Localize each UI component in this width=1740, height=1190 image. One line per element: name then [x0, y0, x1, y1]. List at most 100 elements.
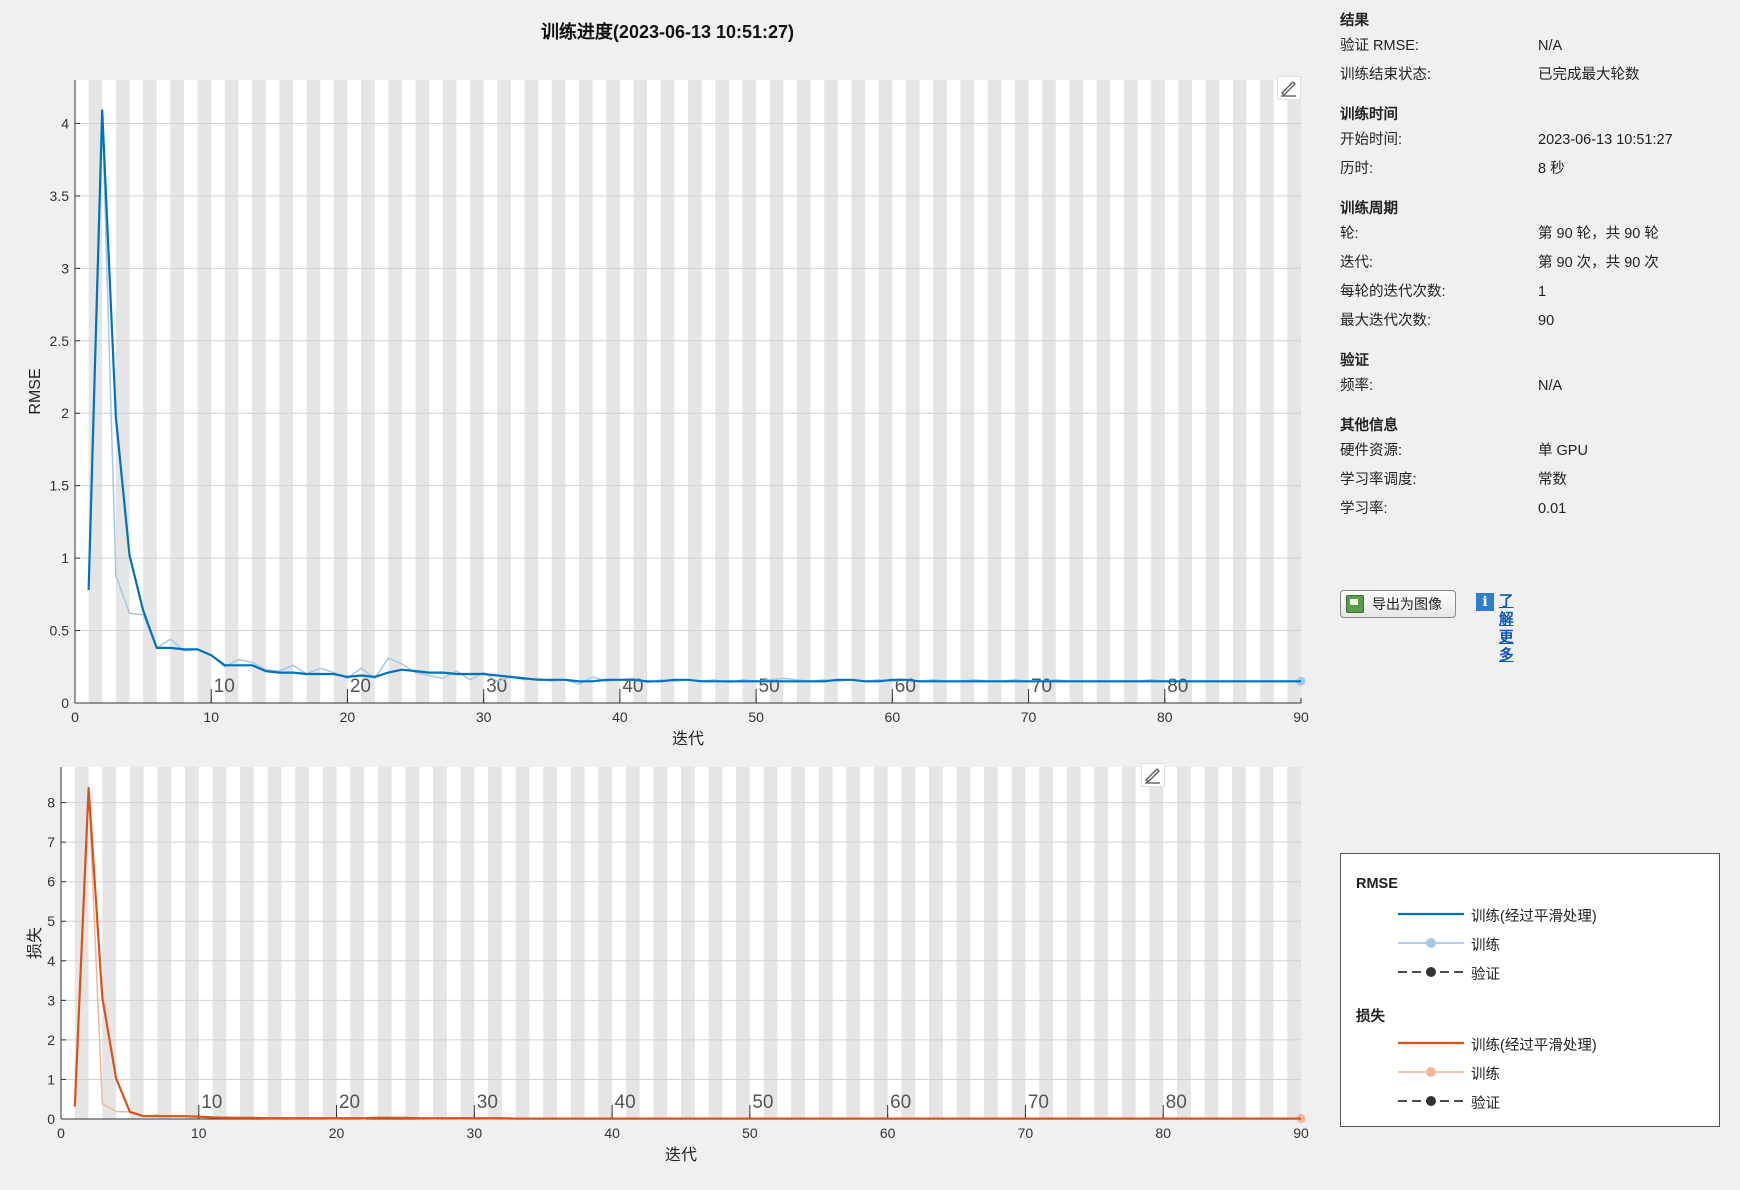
loss-epoch-stripe — [240, 767, 254, 1119]
end-state-label: 训练结束状态: — [1340, 67, 1432, 83]
legend-loss-smoothed: 训练(经过平滑处理) — [1396, 1033, 1696, 1054]
end-state-value: 已完成最大轮数 — [1538, 67, 1640, 83]
learning-rate-label: 学习率: — [1340, 501, 1388, 517]
loss-epoch-stripe — [846, 767, 861, 1119]
training-info-panel: 结果 验证 RMSE: N/A 训练结束状态: 已完成最大轮数 训练时间 开始时间:… — [1340, 10, 1720, 524]
loss-epoch-stripe — [377, 767, 392, 1119]
loss-y-tick-label: 0 — [47, 1111, 55, 1127]
legend-loss-smoothed-label: 训练(经过平滑处理) — [1471, 1038, 1597, 1054]
loss-epoch-stripe — [267, 767, 282, 1119]
loss-y-tick-label: 1 — [47, 1071, 55, 1087]
loss-y-tick-label: 7 — [47, 834, 55, 850]
loss-y-tick-label: 3 — [47, 992, 55, 1008]
loss-epoch-stripe — [185, 767, 199, 1119]
loss-y-tick-label: 8 — [47, 795, 55, 811]
loss-x-tick-label: 40 — [604, 1125, 620, 1141]
epoch-value: 第 90 轮，共 90 轮 — [1538, 226, 1659, 242]
loss-epoch-stripe — [736, 767, 750, 1119]
loss-epoch-stripe — [625, 767, 640, 1119]
iteration-value: 第 90 次，共 90 次 — [1538, 255, 1659, 271]
loss-epoch-stripe — [956, 767, 971, 1119]
loss-epoch-label: 10 — [201, 1092, 222, 1113]
legend-rmse-training: 训练 — [1396, 933, 1696, 954]
loss-epoch-stripe — [681, 767, 695, 1119]
legend-loss-training: 训练 — [1396, 1062, 1696, 1083]
loss-epoch-stripe — [212, 767, 227, 1119]
epoch-row: 轮: 第 90 轮，共 90 轮 — [1340, 220, 1720, 249]
max-iter-label: 最大迭代次数: — [1340, 313, 1432, 329]
info-icon: i — [1476, 593, 1494, 611]
val-rmse-row: 验证 RMSE: N/A — [1340, 32, 1720, 61]
start-time-label: 开始时间: — [1340, 132, 1403, 148]
loss-epoch-stripe — [1011, 767, 1026, 1119]
cycle-section-title: 训练周期 — [1340, 201, 1398, 217]
loss-epoch-label: 50 — [752, 1092, 773, 1113]
export-image-button[interactable]: 导出为图像 — [1340, 590, 1456, 618]
loss-plot[interactable]: 0123456780 10 20 30 40 50 60 70 80 9010 20 30 40 50 60… — [0, 0, 1335, 1190]
loss-epoch-stripe — [1259, 767, 1274, 1119]
loss-epoch-label: 60 — [890, 1092, 911, 1113]
val-rmse-value: N/A — [1538, 38, 1563, 54]
export-image-label: 导出为图像 — [1372, 596, 1442, 612]
learn-more-link[interactable]: 了解更多 — [1499, 593, 1514, 665]
loss-epoch-label: 30 — [477, 1092, 498, 1113]
loss-epoch-stripe — [570, 767, 585, 1119]
max-iter-value: 90 — [1538, 313, 1555, 329]
loss-x-tick-label: 80 — [1155, 1125, 1171, 1141]
loss-x-tick-label: 20 — [329, 1125, 345, 1141]
validation-section-title: 验证 — [1340, 353, 1369, 369]
iter-per-epoch-row: 每轮的迭代次数: 1 — [1340, 278, 1720, 307]
iter-per-epoch-value: 1 — [1538, 284, 1547, 300]
legend-loss-validation: 验证 — [1396, 1091, 1696, 1112]
loss-axes-edit-icon[interactable] — [1141, 763, 1165, 787]
loss-epoch-stripe — [1039, 767, 1053, 1119]
loss-x-tick-label: 10 — [191, 1125, 207, 1141]
loss-x-axis-label: 迭代 — [665, 1146, 697, 1164]
loss-epoch-stripe — [763, 767, 778, 1119]
loss-epoch-label: 40 — [615, 1092, 636, 1113]
loss-epoch-stripe — [708, 767, 723, 1119]
loss-epoch-stripe — [1066, 767, 1081, 1119]
end-state-row: 训练结束状态: 已完成最大轮数 — [1340, 61, 1720, 90]
loss-epoch-stripe — [405, 767, 420, 1119]
loss-epoch-stripe — [901, 767, 916, 1119]
loss-epoch-stripe — [1232, 767, 1246, 1119]
lr-schedule-label: 学习率调度: — [1340, 472, 1417, 488]
loss-epoch-stripe — [460, 767, 475, 1119]
loss-epoch-stripe — [929, 767, 943, 1119]
legend-rmse-validation: 验证 — [1396, 962, 1696, 983]
results-section-title: 结果 — [1340, 13, 1369, 29]
loss-epoch-stripe — [543, 767, 557, 1119]
loss-epoch-stripe — [1094, 767, 1109, 1119]
other-section-title: 其他信息 — [1340, 418, 1398, 434]
loss-epoch-stripe — [873, 767, 888, 1119]
loss-epoch-stripe — [129, 767, 144, 1119]
legend-panel: RMSE 训练(经过平滑处理) 训练 验证 损失 训练(经过平滑处理) 训练 验… — [1340, 853, 1720, 1127]
loss-y-tick-label: 4 — [47, 953, 55, 969]
loss-y-axis-label: 损失 — [26, 927, 44, 959]
lr-schedule-value: 常数 — [1538, 472, 1567, 488]
loss-epoch-label: 80 — [1166, 1092, 1187, 1113]
legend-rmse-training-label: 训练 — [1471, 938, 1500, 954]
loss-epoch-stripe — [818, 767, 833, 1119]
learning-rate-row: 学习率: 0.01 — [1340, 495, 1720, 524]
loss-epoch-stripe — [295, 767, 309, 1119]
export-image-icon — [1346, 595, 1364, 613]
loss-epoch-stripe — [1149, 767, 1164, 1119]
legend-rmse-validation-label: 验证 — [1471, 967, 1500, 983]
rmse-axes-edit-icon[interactable] — [1277, 76, 1301, 100]
epoch-label: 轮: — [1340, 226, 1359, 242]
start-time-value: 2023-06-13 10:51:27 — [1538, 132, 1673, 148]
frequency-row: 频率: N/A — [1340, 372, 1720, 401]
loss-epoch-stripe — [1204, 767, 1219, 1119]
hardware-label: 硬件资源: — [1340, 443, 1403, 459]
legend-loss-title: 损失 — [1356, 1009, 1385, 1025]
loss-x-tick-label: 50 — [742, 1125, 758, 1141]
loss-epoch-stripe — [1121, 767, 1136, 1119]
loss-x-tick-label: 70 — [1018, 1125, 1034, 1141]
iter-per-epoch-label: 每轮的迭代次数: — [1340, 284, 1446, 300]
loss-epoch-stripe — [157, 767, 172, 1119]
loss-epoch-stripe — [1287, 767, 1301, 1119]
loss-epoch-stripe — [515, 767, 530, 1119]
loss-x-tick-label: 60 — [880, 1125, 896, 1141]
